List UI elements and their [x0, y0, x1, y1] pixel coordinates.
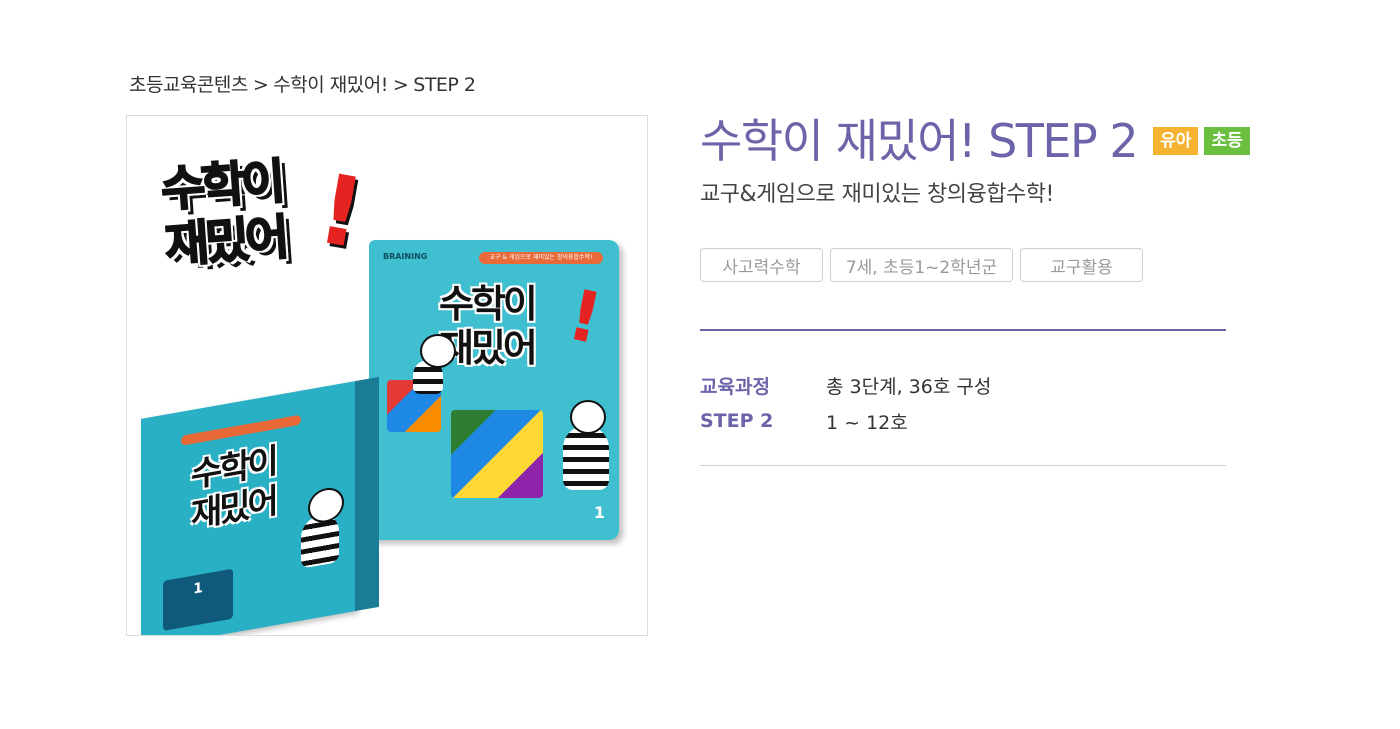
book-number: 1 [593, 503, 605, 522]
breadcrumb-separator: > [252, 74, 269, 96]
info-row-step: STEP 2 1 ~ 12호 [700, 403, 991, 439]
tag-manipulatives[interactable]: 교구활용 [1020, 248, 1143, 282]
book-title-line-1: 수학이 [439, 282, 538, 326]
kit-box-band [181, 414, 301, 446]
product-title: 수학이 재밌어! STEP 2 [700, 114, 1139, 168]
breadcrumb-item-series[interactable]: 수학이 재밌어! [273, 74, 388, 96]
tag-thinking-math[interactable]: 사고력수학 [700, 248, 823, 282]
kit-box-duck-character [301, 511, 339, 569]
kit-box-title: 수학이 재밌어 [191, 441, 276, 536]
info-row-curriculum: 교육과정 총 3단계, 36호 구성 [700, 367, 991, 403]
workbook-cover: BRAINING 교구 & 게임으로 재미있는 창의융합수학! 수학이 재밌어 … [369, 240, 619, 540]
breadcrumb-item-current[interactable]: STEP 2 [413, 74, 476, 96]
breadcrumb: 초등교육콘텐츠 > 수학이 재밌어! > STEP 2 [129, 70, 476, 97]
breadcrumb-separator: > [392, 74, 409, 96]
tag-list: 사고력수학 7세, 초등1~2학년군 교구활용 [700, 248, 1143, 282]
product-info: 교육과정 총 3단계, 36호 구성 STEP 2 1 ~ 12호 [700, 367, 991, 439]
tag-age-grade[interactable]: 7세, 초등1~2학년군 [830, 248, 1013, 282]
info-label-step: STEP 2 [700, 410, 774, 432]
badge-kindergarten: 유아 [1153, 127, 1199, 155]
info-divider-top [700, 329, 1226, 331]
product-title-row: 수학이 재밌어! STEP 2 유아 초등 [700, 113, 1250, 169]
kit-box: 수학이 재밌어 1 [141, 376, 379, 635]
book-tagline-band: 교구 & 게임으로 재미있는 창의융합수학! [479, 252, 603, 264]
logo-line-2: 재밌어 [162, 209, 288, 275]
info-label-curriculum: 교육과정 [700, 375, 770, 398]
product-subtitle: 교구&게임으로 재미있는 창의융합수학! [700, 182, 1054, 207]
duck-character [563, 400, 609, 490]
book-exclamation: ! [560, 273, 610, 361]
puzzle-cube [451, 410, 543, 498]
kit-box-step-label: 1 [163, 568, 233, 631]
duck-character-small [413, 334, 456, 394]
series-logo: 수학이 재밌어 ! [158, 150, 372, 275]
book-brand: BRAINING [383, 252, 428, 261]
info-value-curriculum: 총 3단계, 36호 구성 [826, 375, 992, 398]
info-value-step: 1 ~ 12호 [826, 411, 908, 434]
breadcrumb-item-elementary-content[interactable]: 초등교육콘텐츠 [129, 74, 248, 96]
info-divider-bottom [700, 465, 1226, 466]
kit-box-side [355, 376, 379, 612]
product-image: 수학이 재밌어 ! BRAINING 교구 & 게임으로 재미있는 창의융합수학… [126, 115, 648, 636]
badge-elementary: 초등 [1204, 127, 1250, 155]
